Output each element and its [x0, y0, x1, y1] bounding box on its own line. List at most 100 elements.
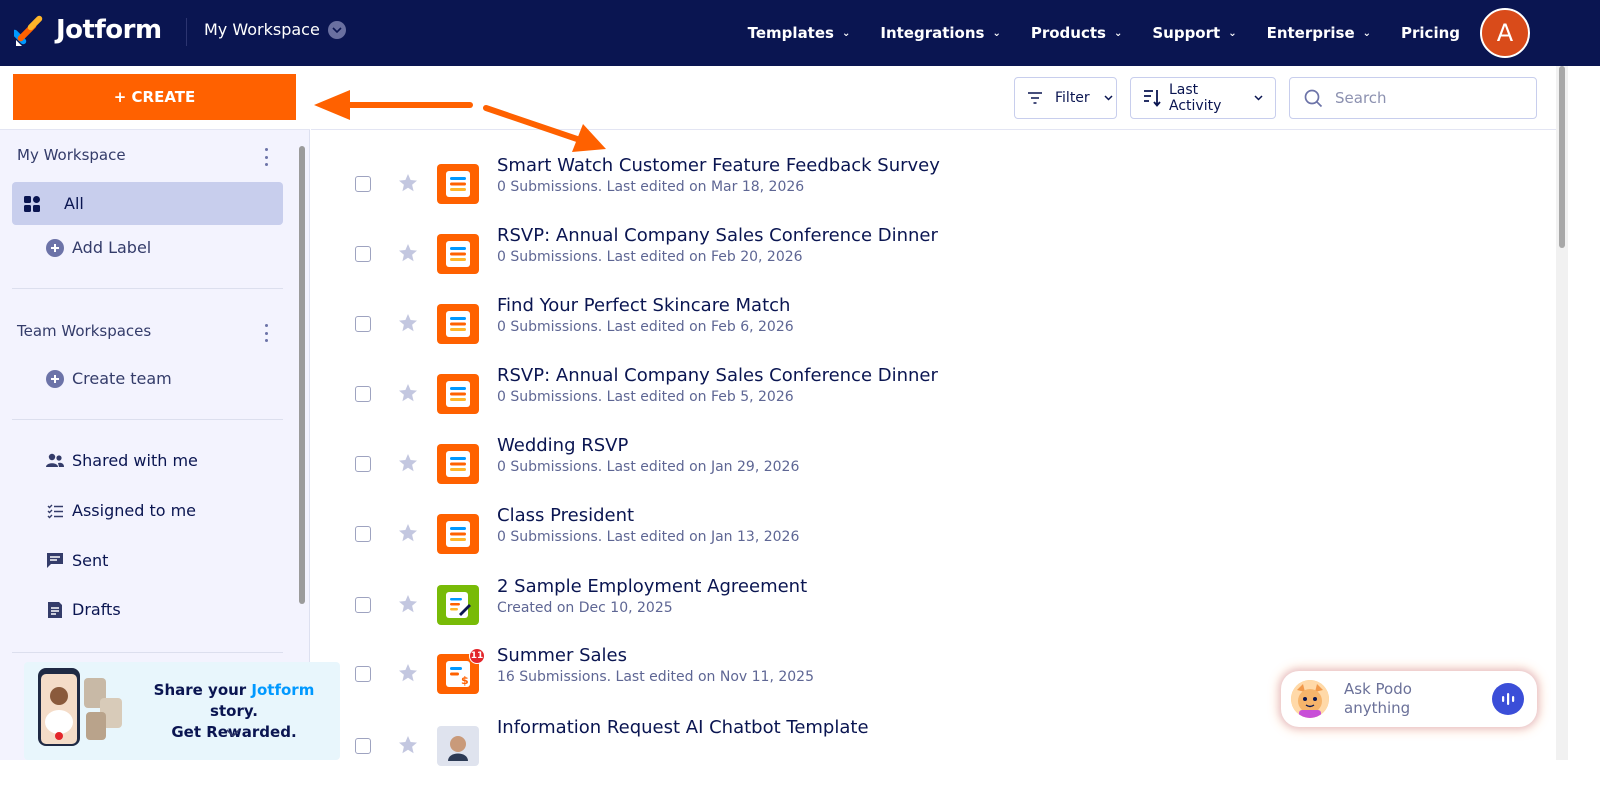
sidebar-item-sent[interactable]: Sent [46, 551, 108, 570]
create-area: + CREATE [0, 66, 310, 130]
form-subtitle: 0 Submissions. Last edited on Jan 29, 20… [497, 459, 800, 475]
sort-button[interactable]: Last Activity [1130, 77, 1276, 119]
form-subtitle: 0 Submissions. Last edited on Feb 20, 20… [497, 249, 803, 265]
payment-form-icon: $ 11 [437, 648, 485, 694]
sign-document-icon [437, 585, 479, 625]
select-checkbox[interactable] [355, 597, 371, 613]
promo-line1-suffix: story. [210, 702, 258, 720]
form-title[interactable]: 2 Sample Employment Agreement [497, 576, 807, 597]
star-icon[interactable] [398, 453, 418, 473]
my-workspace-title: My Workspace [17, 146, 126, 164]
ask-podo-widget[interactable]: Ask Podo anything [1281, 671, 1537, 727]
scrollbar-thumb[interactable] [1559, 66, 1565, 248]
top-navigation-bar: Jotform My Workspace Templates ⌄ Integrat… [0, 0, 1600, 66]
nav-label: Products [1030, 24, 1106, 42]
form-list: Smart Watch Customer Feature Feedback Su… [311, 131, 1556, 766]
chevron-down-icon [327, 20, 346, 39]
chevron-down-icon [1254, 95, 1263, 101]
sidebar-scrollbar[interactable] [299, 146, 305, 604]
sidebar-item-assigned-to-me[interactable]: Assigned to me [46, 501, 196, 520]
select-checkbox[interactable] [355, 316, 371, 332]
list-item[interactable]: Smart Watch Customer Feature Feedback Su… [311, 155, 1556, 234]
star-icon[interactable] [398, 173, 418, 193]
promo-line1-prefix: Share your [153, 681, 252, 699]
star-icon[interactable] [398, 663, 418, 683]
page-scrollbar[interactable] [1556, 66, 1568, 760]
my-workspace-more-icon[interactable] [260, 148, 272, 166]
form-title[interactable]: RSVP: Annual Company Sales Conference Di… [497, 225, 938, 246]
search-input[interactable] [1335, 89, 1515, 107]
form-title[interactable]: Find Your Perfect Skincare Match [497, 295, 790, 316]
search-box[interactable] [1289, 77, 1537, 119]
star-icon[interactable] [398, 523, 418, 543]
list-item[interactable]: Wedding RSVP 0 Submissions. Last edited … [311, 435, 1556, 514]
nav-enterprise[interactable]: Enterprise ⌄ [1267, 24, 1371, 42]
list-item[interactable]: Find Your Perfect Skincare Match 0 Submi… [311, 295, 1556, 374]
agent-avatar-icon [437, 726, 479, 766]
nav-support[interactable]: Support ⌄ [1152, 24, 1236, 42]
form-title[interactable]: Information Request AI Chatbot Template [497, 717, 869, 738]
phone-video-call-image [38, 668, 122, 746]
divider [12, 288, 283, 289]
star-icon[interactable] [398, 594, 418, 614]
avatar-initial: A [1496, 19, 1514, 47]
nav-label: Templates [747, 24, 834, 42]
list-item[interactable]: Class President 0 Submissions. Last edit… [311, 505, 1556, 584]
sidebar-item-label: Add Label [72, 238, 152, 257]
create-team-button[interactable]: Create team [46, 369, 172, 388]
star-icon[interactable] [398, 313, 418, 333]
promo-brand: Jotform [251, 681, 315, 699]
voice-icon[interactable] [1492, 683, 1524, 715]
form-title[interactable]: Wedding RSVP [497, 435, 628, 456]
select-checkbox[interactable] [355, 176, 371, 192]
select-checkbox[interactable] [355, 246, 371, 262]
nav-templates[interactable]: Templates ⌄ [748, 24, 851, 42]
team-workspaces-more-icon[interactable] [260, 324, 272, 342]
podo-label: Ask Podo anything [1344, 680, 1412, 717]
form-title[interactable]: Smart Watch Customer Feature Feedback Su… [497, 155, 940, 176]
form-icon [437, 514, 479, 554]
sidebar-item-all[interactable]: All [12, 182, 283, 225]
form-title[interactable]: Class President [497, 505, 634, 526]
list-item[interactable]: Information Request AI Chatbot Template [311, 717, 1556, 796]
brand-name: Jotform [56, 15, 162, 45]
select-checkbox[interactable] [355, 526, 371, 542]
star-icon[interactable] [398, 243, 418, 263]
draft-document-icon [46, 601, 64, 619]
list-item[interactable]: RSVP: Annual Company Sales Conference Di… [311, 365, 1556, 444]
search-icon [1304, 89, 1323, 108]
jotform-logo[interactable]: Jotform [14, 14, 162, 46]
plus-circle-icon [46, 369, 64, 388]
select-checkbox[interactable] [355, 386, 371, 402]
star-icon[interactable] [398, 735, 418, 755]
form-icon [437, 374, 479, 414]
sidebar-item-drafts[interactable]: Drafts [46, 600, 121, 619]
form-subtitle: Created on Dec 10, 2025 [497, 600, 673, 616]
star-icon[interactable] [398, 383, 418, 403]
select-checkbox[interactable] [355, 666, 371, 682]
select-checkbox[interactable] [355, 456, 371, 472]
promo-banner[interactable]: Share your Jotform story. Get Rewarded. [24, 662, 340, 760]
create-button[interactable]: + CREATE [13, 74, 296, 120]
avatar[interactable]: A [1480, 8, 1530, 58]
filter-button[interactable]: Filter [1014, 77, 1117, 119]
apps-icon [24, 195, 40, 212]
chevron-down-icon: ⌄ [841, 27, 851, 39]
add-label-button[interactable]: Add Label [46, 238, 151, 257]
checklist-icon [46, 502, 64, 520]
form-title[interactable]: Summer Sales [497, 645, 627, 666]
select-checkbox[interactable] [355, 738, 371, 754]
nav-pricing[interactable]: Pricing [1401, 24, 1460, 42]
form-title[interactable]: RSVP: Annual Company Sales Conference Di… [497, 365, 938, 386]
list-item[interactable]: RSVP: Annual Company Sales Conference Di… [311, 225, 1556, 304]
nav-products[interactable]: Products ⌄ [1031, 24, 1123, 42]
chevron-down-icon: ⌄ [1362, 27, 1372, 39]
sidebar-item-label: Drafts [72, 600, 121, 619]
form-icon [437, 164, 479, 204]
workspace-switcher[interactable]: My Workspace [204, 20, 346, 39]
sidebar-item-shared-with-me[interactable]: Shared with me [46, 451, 198, 470]
form-icon [437, 234, 479, 274]
chevron-down-icon[interactable] [226, 726, 240, 740]
nav-label: Support [1152, 24, 1221, 42]
nav-integrations[interactable]: Integrations ⌄ [880, 24, 1000, 42]
